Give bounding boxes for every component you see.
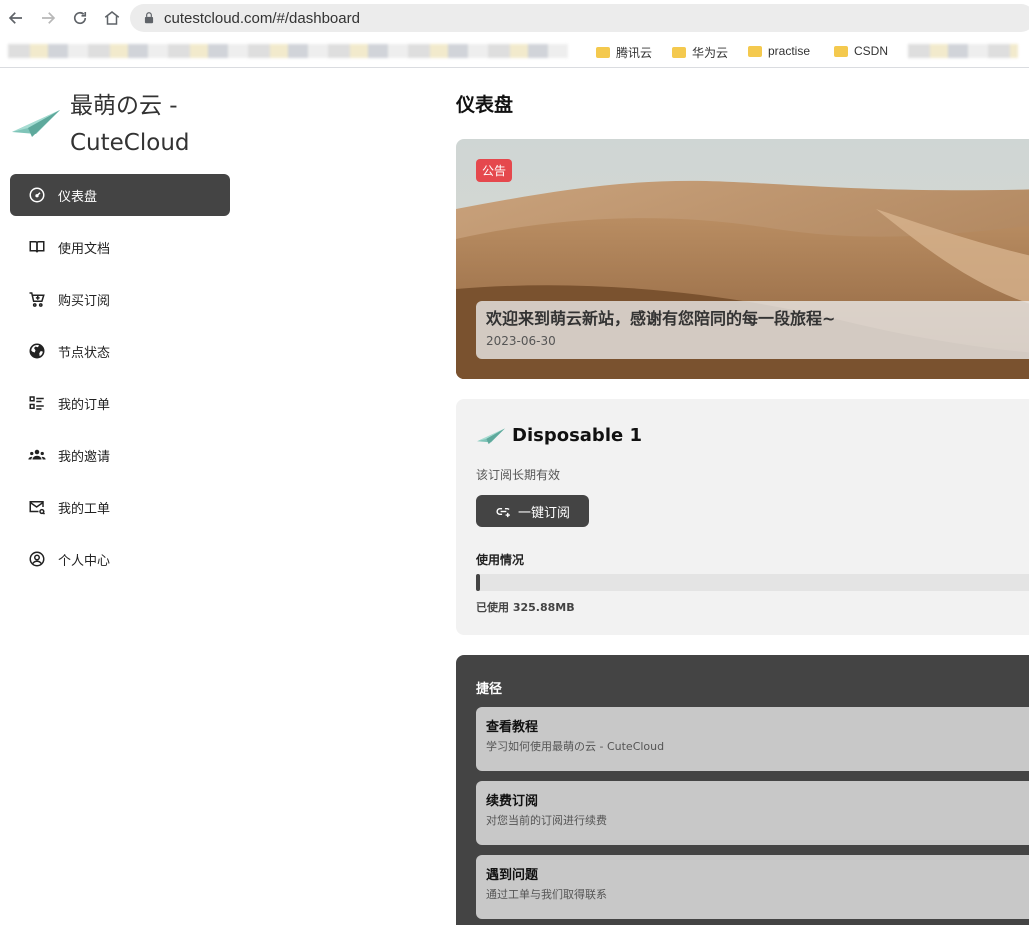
subscription-card: Disposable 1 该订阅长期有效 一键订阅 使用情况 已使用 325.8… xyxy=(456,399,1029,635)
folder-icon xyxy=(672,47,686,58)
bookmark-item[interactable]: 腾讯云 xyxy=(596,44,652,61)
bookmark-label: practise xyxy=(768,44,811,58)
sidebar-item-buy[interactable]: 购买订阅 xyxy=(10,278,230,320)
back-button[interactable] xyxy=(0,0,32,36)
one-click-subscribe-button[interactable]: 一键订阅 xyxy=(476,495,589,527)
reload-icon xyxy=(73,11,87,25)
sidebar-item-docs[interactable]: 使用文档 xyxy=(10,226,230,268)
url-input[interactable] xyxy=(164,9,864,27)
subscription-name: Disposable 1 xyxy=(512,425,642,446)
bookmarks-bar: 腾讯云 华为云 practise CSDN xyxy=(0,36,1029,68)
subscribe-label: 一键订阅 xyxy=(517,504,570,520)
shortcut-renew[interactable]: 续费订阅 对您当前的订阅进行续费 xyxy=(476,781,1029,845)
folder-icon xyxy=(596,47,610,58)
sidebar-item-dashboard[interactable]: 仪表盘 xyxy=(10,174,230,216)
notice-badge: 公告 xyxy=(476,159,513,182)
shortcut-support[interactable]: 遇到问题 通过工单与我们取得联系 xyxy=(476,855,1029,919)
subscription-header: Disposable 1 xyxy=(476,425,642,446)
arrow-right-icon xyxy=(42,12,56,24)
bookmark-label: 腾讯云 xyxy=(616,46,653,60)
usage-label: 使用情况 xyxy=(476,553,525,567)
sidebar-item-label: 我的邀请 xyxy=(58,449,111,465)
notice-date: 2023-06-30 xyxy=(486,334,556,348)
sidebar-item-label: 我的工单 xyxy=(58,501,111,517)
sidebar-item-tickets[interactable]: 我的工单 xyxy=(10,486,230,528)
link-add-icon xyxy=(496,507,510,517)
sidebar-item-profile[interactable]: 个人中心 xyxy=(10,538,230,580)
globe-icon xyxy=(29,343,45,359)
shortcut-desc: 通过工单与我们取得联系 xyxy=(486,888,607,901)
bookmark-item[interactable]: CSDN xyxy=(834,44,888,58)
brand[interactable]: 最萌の云 - CuteCloud xyxy=(10,88,240,162)
people-icon xyxy=(28,449,46,460)
user-circle-icon xyxy=(29,551,45,567)
shortcut-desc: 对您当前的订阅进行续费 xyxy=(486,814,607,827)
brand-title: 最萌の云 - CuteCloud xyxy=(70,93,190,156)
shortcut-title: 遇到问题 xyxy=(486,868,539,883)
folder-icon xyxy=(748,45,762,57)
shortcut-title: 续费订阅 xyxy=(486,794,539,809)
folder-icon xyxy=(834,45,848,57)
sidebar-item-label: 仪表盘 xyxy=(58,189,98,205)
sidebar-item-label: 购买订阅 xyxy=(58,293,111,309)
home-button[interactable] xyxy=(96,0,128,36)
reload-button[interactable] xyxy=(64,0,96,36)
usage-progress-fill xyxy=(476,574,480,591)
notice-caption: 欢迎来到萌云新站，感谢有您陪同的每一段旅程~ 2023-06-30 xyxy=(476,301,1029,359)
bookmark-item[interactable]: 华为云 xyxy=(672,44,728,61)
sidebar-item-label: 节点状态 xyxy=(58,345,111,361)
home-icon xyxy=(104,11,120,25)
sidebar-menu: 仪表盘 使用文档 购买订阅 节点状态 我的订单 我的邀请 我的工单 个人中心 xyxy=(10,174,230,590)
shortcuts-panel: 捷径 查看教程 学习如何使用最萌の云 - CuteCloud 续费订阅 对您当前… xyxy=(456,655,1029,925)
blurred-bookmarks xyxy=(908,44,1018,58)
notice-card[interactable]: 公告 欢迎来到萌云新站，感谢有您陪同的每一段旅程~ 2023-06-30 xyxy=(456,139,1029,379)
shortcuts-title: 捷径 xyxy=(476,682,503,697)
sidebar-item-label: 个人中心 xyxy=(58,553,111,569)
sidebar-item-label: 使用文档 xyxy=(58,241,111,257)
notice-title: 欢迎来到萌云新站，感谢有您陪同的每一段旅程~ xyxy=(486,309,836,328)
usage-text: 已使用 325.88MB xyxy=(476,601,575,614)
bookmark-label: 华为云 xyxy=(692,46,729,60)
address-bar[interactable] xyxy=(130,4,1029,32)
bookmark-item[interactable]: practise xyxy=(748,44,810,58)
bookmark-label: CSDN xyxy=(854,44,889,58)
page-title: 仪表盘 xyxy=(456,94,514,116)
shortcut-title: 查看教程 xyxy=(486,720,539,735)
browser-toolbar xyxy=(0,0,1029,36)
blurred-bookmarks xyxy=(8,44,568,58)
paper-plane-icon xyxy=(477,428,505,444)
paper-plane-icon xyxy=(12,110,60,137)
sidebar-item-orders[interactable]: 我的订单 xyxy=(10,382,230,424)
book-icon xyxy=(29,241,45,253)
lock-icon xyxy=(144,12,154,24)
gauge-icon xyxy=(29,187,45,203)
sidebar-item-label: 我的订单 xyxy=(58,397,111,413)
shortcut-tutorial[interactable]: 查看教程 学习如何使用最萌の云 - CuteCloud xyxy=(476,707,1029,771)
sidebar-item-nodes[interactable]: 节点状态 xyxy=(10,330,230,372)
arrow-left-icon xyxy=(8,12,22,24)
checklist-icon xyxy=(29,396,44,410)
sidebar-item-invites[interactable]: 我的邀请 xyxy=(10,434,230,476)
forward-button[interactable] xyxy=(32,0,64,36)
cart-icon xyxy=(29,292,45,307)
mail-icon xyxy=(29,501,46,515)
usage-progress-bar xyxy=(476,574,1029,591)
subscription-validity: 该订阅长期有效 xyxy=(476,468,561,482)
shortcut-desc: 学习如何使用最萌の云 - CuteCloud xyxy=(486,740,665,753)
